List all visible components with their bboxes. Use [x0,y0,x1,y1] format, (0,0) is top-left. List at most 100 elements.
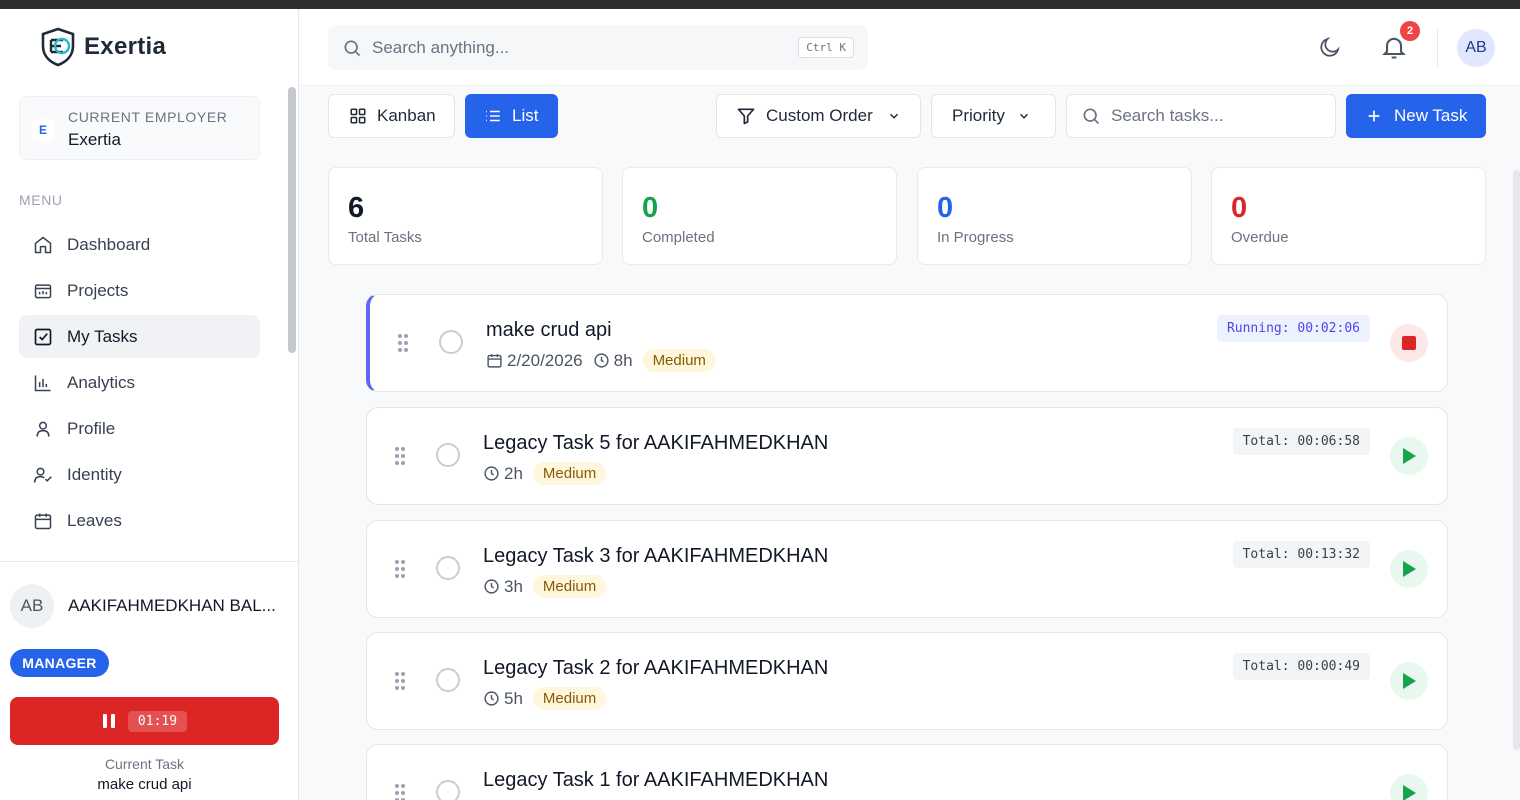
complete-checkbox[interactable] [439,330,463,354]
complete-checkbox[interactable] [436,780,460,800]
start-timer-button[interactable] [1390,774,1428,800]
task-estimate: 3h [483,577,523,597]
current-task-caption: Current Task [104,756,185,772]
employer-switcher[interactable]: E CURRENT EMPLOYER Exertia [19,96,260,160]
start-timer-button[interactable] [1390,437,1428,475]
complete-checkbox[interactable] [436,668,460,692]
task-row[interactable]: Legacy Task 3 for AAKIFAHMEDKHAN 3h Medi… [366,520,1448,618]
sidebar-item-label: My Tasks [67,326,138,346]
new-task-label: New Task [1394,106,1468,125]
drag-handle-icon[interactable] [397,333,409,353]
header-avatar[interactable]: AB [1457,29,1495,67]
stat-label: In Progress [937,229,1014,246]
theme-toggle-button[interactable] [1316,33,1344,61]
sidebar-item-profile[interactable]: Profile [19,407,260,450]
task-meta: 2h Medium [483,462,607,485]
stat-label: Completed [642,229,715,246]
task-estimate: 5h [483,689,523,709]
header-divider [1437,29,1438,67]
stat-value: 0 [642,192,659,224]
total-time: Total: 00:06:58 [1232,428,1370,455]
global-search[interactable]: Ctrl K [328,25,868,70]
drag-handle-icon[interactable] [394,671,406,691]
priority-badge: Medium [532,462,607,485]
stat-card-in-progress: 0 In Progress [917,167,1192,265]
projects-icon [34,283,52,298]
kanban-view-button[interactable]: Kanban [328,94,455,138]
user-avatar[interactable]: AB [10,584,54,628]
sidebar-footer: AB AAKIFAHMEDKHAN BAL... MANAGER 01:19 C… [0,561,298,800]
sidebar-item-label: Dashboard [67,234,151,254]
priority-label: Priority [952,106,1005,125]
task-title[interactable]: Legacy Task 2 for AAKIFAHMEDKHAN [483,657,828,680]
drag-handle-icon[interactable] [394,446,406,466]
sidebar-scrollbar[interactable] [288,87,296,353]
search-icon [1083,108,1100,125]
task-row[interactable]: Legacy Task 5 for AAKIFAHMEDKHAN 2h Medi… [366,407,1448,505]
sidebar-item-analytics[interactable]: Analytics [19,361,260,404]
list-icon [486,110,500,122]
stat-card-overdue: 0 Overdue [1211,167,1486,265]
window-top-strip [0,0,1520,9]
filter-icon [737,108,755,125]
shield-logo-icon [41,27,75,67]
pause-timer-button[interactable]: 01:19 [10,697,279,745]
play-icon [1403,561,1416,577]
total-time: Total: 00:00:49 [1232,653,1370,680]
sidebar-item-dashboard[interactable]: Dashboard [19,223,260,266]
calendar-icon [487,354,502,368]
complete-checkbox[interactable] [436,443,460,467]
task-estimate: 8h [593,351,633,371]
brand-logo[interactable]: Exertia [40,27,166,67]
sidebar-item-label: Identity [67,464,122,484]
home-icon [34,236,52,253]
sidebar-item-identity[interactable]: Identity [19,453,260,496]
role-badge: MANAGER [10,649,109,677]
start-timer-button[interactable] [1390,662,1428,700]
stat-card-total: 6 Total Tasks [328,167,603,265]
task-meta: 5h Medium [483,687,607,710]
stop-timer-button[interactable] [1390,324,1428,362]
task-search-input[interactable] [1111,106,1311,126]
task-row[interactable]: Legacy Task 2 for AAKIFAHMEDKHAN 5h Medi… [366,632,1448,730]
sort-dropdown[interactable]: Custom Order [716,94,921,138]
priority-badge: Medium [532,687,607,710]
moon-icon [1320,37,1340,57]
employer-caption: CURRENT EMPLOYER [68,109,228,125]
sidebar-item-label: Analytics [67,372,136,392]
sidebar-item-leaves[interactable]: Leaves [19,499,260,542]
sidebar-item-label: Leaves [67,510,122,530]
drag-handle-icon[interactable] [394,783,406,800]
task-title[interactable]: Legacy Task 5 for AAKIFAHMEDKHAN [483,432,828,455]
bar-chart-icon [34,375,51,391]
task-title[interactable]: Legacy Task 1 for AAKIFAHMEDKHAN [483,769,828,792]
priority-badge: Medium [642,349,716,372]
menu-heading: MENU [19,192,63,208]
clock-icon [484,579,499,594]
task-row[interactable]: make crud api 2/20/2026 8h Medium Runnin… [366,294,1448,392]
timer-value: 01:19 [127,710,188,732]
start-timer-button[interactable] [1390,550,1428,588]
new-task-button[interactable]: New Task [1346,94,1486,138]
user-check-icon [33,467,52,483]
list-label: List [512,106,539,125]
brand-name: Exertia [84,33,167,60]
stat-value: 0 [1231,192,1248,224]
sidebar-item-my-tasks[interactable]: My Tasks [19,315,260,358]
task-row[interactable]: Legacy Task 1 for AAKIFAHMEDKHAN [366,744,1448,800]
employer-name: Exertia [68,130,121,149]
main-scrollbar[interactable] [1513,170,1520,750]
global-search-input[interactable] [372,37,772,58]
sidebar-item-projects[interactable]: Projects [19,269,260,312]
task-estimate: 2h [483,464,523,484]
task-search[interactable] [1066,94,1336,138]
complete-checkbox[interactable] [436,556,460,580]
priority-dropdown[interactable]: Priority [931,94,1056,138]
notification-count-badge: 2 [1400,21,1420,41]
task-title[interactable]: make crud api [486,319,612,342]
drag-handle-icon[interactable] [394,559,406,579]
list-view-button[interactable]: List [465,94,558,138]
priority-badge: Medium [532,575,607,598]
chevron-down-icon [1019,113,1028,119]
task-title[interactable]: Legacy Task 3 for AAKIFAHMEDKHAN [483,545,828,568]
